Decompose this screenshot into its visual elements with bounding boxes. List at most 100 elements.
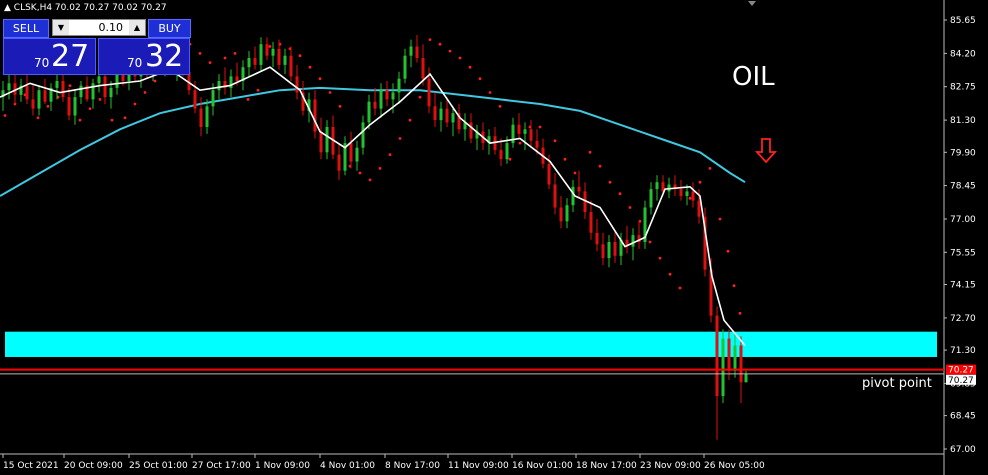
candle [259,37,263,72]
candle [289,46,293,81]
sar-dot [688,196,692,200]
sar-dot [133,102,137,106]
candle-body [559,207,563,222]
sar-dot [708,167,712,170]
candle [271,41,275,68]
candle-body [355,147,359,162]
lot-decrease-icon[interactable]: ▼ [53,20,69,35]
y-tick-label: 72.70 [950,314,976,324]
sell-price-box[interactable]: 70 27 [3,38,96,75]
candle-body [283,55,287,65]
candle-body [691,191,695,201]
candle-body [43,90,47,102]
candle-body [535,140,539,148]
candle-body [499,150,503,160]
sar-dot [358,171,362,175]
sar-dot [428,38,432,41]
buy-button[interactable]: BUY [148,19,191,38]
candle-body [349,143,353,162]
candle-body [235,76,239,81]
candle [19,78,23,102]
candle [7,74,11,100]
candle [223,67,227,95]
candle-body [115,74,119,88]
sar-dot [233,52,237,55]
candle-body [313,99,317,132]
candle-body [427,78,431,107]
candle [715,306,719,440]
x-tick-label: 27 Oct 17:00 [192,461,251,471]
sar-dot [538,125,542,129]
candle [511,117,515,148]
sell-button[interactable]: SELL [3,19,49,38]
sar-dot [738,311,742,315]
sar-dot [123,116,127,120]
candle [313,90,317,139]
candle-body [91,83,95,100]
collapse-triangle-icon[interactable]: ▲ [4,3,11,13]
candle [361,115,365,155]
candle-body [379,90,383,109]
candle-body [445,108,449,123]
y-tick-label: 74.15 [950,281,976,291]
candle-body [421,58,425,79]
candle-body [685,191,689,196]
candle-body [631,235,635,247]
candle [319,117,323,160]
candle [43,78,47,104]
sar-dot [678,286,682,290]
candle [373,87,377,116]
candle [433,92,437,127]
candle-body [589,212,593,233]
candle [295,64,299,100]
candle-body [55,81,59,88]
buy-price-box[interactable]: 70 32 [98,38,190,75]
sar-dot [153,79,157,83]
candle-body [613,242,617,256]
sar-dot [588,150,592,154]
candle-body [373,101,377,109]
sar-dot [438,42,442,46]
sar-dot [143,91,147,94]
scroll-marker-icon [748,1,756,6]
candle [655,175,659,201]
candle [553,173,557,215]
sar-dot [718,217,722,221]
candle-body [271,48,275,56]
candle [679,179,683,201]
sell-price-big: 27 [51,39,90,74]
sar-dot [328,91,332,94]
candle-body [697,200,701,217]
y-tick-label: 79.90 [950,148,976,158]
sar-dot [36,116,40,120]
candle-body [391,92,395,100]
sar-dot [563,157,567,161]
sar-dot [658,256,662,260]
sar-dot [308,65,312,69]
candle-body [193,90,197,109]
candle-body [397,78,401,93]
lot-size-value[interactable]: 0.10 [99,20,124,35]
candle-body [577,186,581,192]
sar-dot [78,118,82,122]
candle-body [451,113,455,123]
candle [343,136,347,176]
lot-size-field[interactable]: ▼ 0.10 ▲ [52,19,146,36]
candle [61,71,65,102]
candle-body [727,338,731,371]
candle-body [595,232,599,245]
sar-dot [68,84,72,87]
candle-body [415,46,419,58]
sar-dot [408,118,412,122]
x-tick-label: 23 Nov 09:00 [640,461,701,471]
x-tick-label: 18 Nov 17:00 [576,461,637,471]
lot-increase-icon[interactable]: ▲ [129,20,145,35]
sell-price-small: 70 [34,56,50,70]
candle [229,69,233,98]
pivot-point-label: pivot point [862,376,932,391]
sar-dot [298,54,302,58]
candle-body [289,55,293,77]
candle [253,46,257,70]
candle [577,170,581,199]
sar-dot [648,240,652,244]
